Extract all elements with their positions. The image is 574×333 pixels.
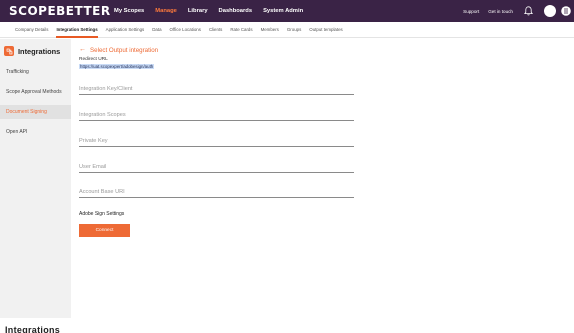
tab-output-templates[interactable]: Output templates xyxy=(309,22,342,38)
get-in-touch-link[interactable]: Get in touch xyxy=(488,9,513,14)
support-link[interactable]: Support xyxy=(463,9,479,14)
nav-item-manage[interactable]: Manage xyxy=(155,8,177,14)
sidebar-item-trafficking[interactable]: Trafficking xyxy=(0,65,71,79)
main-content: ← Select Output integration Redirect URL… xyxy=(71,39,574,318)
logo-text-better: BETTER xyxy=(56,4,111,18)
main-nav: My Scopes Manage Library Dashboards Syst… xyxy=(114,0,314,22)
bottom-strip: Integrations xyxy=(0,318,574,333)
notification-bell-icon[interactable] xyxy=(522,5,534,17)
nav-item-system-admin[interactable]: System Admin xyxy=(263,8,303,14)
redirect-url-value[interactable]: https://uat.scopexpert/adobesign/auth xyxy=(79,64,155,69)
nav-item-library[interactable]: Library xyxy=(188,8,208,14)
sidebar-item-open-api[interactable]: Open API xyxy=(0,125,71,139)
avatar[interactable] xyxy=(544,5,556,17)
logo-text-scope: SCOPE xyxy=(9,4,57,18)
adobe-sign-settings-label: Adobe Sign Settings xyxy=(79,211,125,217)
sidebar-title: Integrations xyxy=(18,46,61,56)
sidebar-item-document-signing[interactable]: Document Signing xyxy=(0,105,71,119)
tab-groups[interactable]: Groups xyxy=(287,22,301,38)
tab-clients[interactable]: Clients xyxy=(209,22,222,38)
integration-key-field[interactable] xyxy=(79,83,354,95)
tab-application-settings[interactable]: Application Settings xyxy=(106,22,145,38)
nav-item-my-scopes[interactable]: My Scopes xyxy=(114,8,144,14)
tab-data[interactable]: Data xyxy=(152,22,161,38)
nav-item-dashboards[interactable]: Dashboards xyxy=(219,8,253,14)
top-right-actions: Support Get in touch xyxy=(463,0,574,22)
tab-members[interactable]: Members xyxy=(261,22,279,38)
integration-scopes-field[interactable] xyxy=(79,109,354,121)
tab-office-locations[interactable]: Office Locations xyxy=(170,22,201,38)
footer-heading: Integrations xyxy=(5,325,61,333)
tab-rate-cards[interactable]: Rate Cards xyxy=(230,22,252,38)
sidebar-item-scope-approval-methods[interactable]: Scope Approval Methods xyxy=(0,85,71,99)
tab-company-details[interactable]: Company Details xyxy=(15,22,48,38)
scopebetter-logo[interactable]: SCOPEBETTER xyxy=(9,4,111,18)
private-key-field[interactable] xyxy=(79,135,354,147)
back-link[interactable]: ← Select Output integration xyxy=(79,46,158,54)
apps-grid-icon[interactable] xyxy=(560,5,572,17)
account-base-uri-field[interactable] xyxy=(79,186,354,198)
settings-subnav: Company Details Integration Settings App… xyxy=(0,22,574,38)
back-arrow-icon[interactable]: ← xyxy=(79,46,86,54)
integrations-sidebar: Integrations Trafficking Scope Approval … xyxy=(0,39,71,318)
page-title: Select Output integration xyxy=(90,46,159,54)
connect-button[interactable]: Connect xyxy=(79,224,130,237)
tab-integration-settings[interactable]: Integration Settings xyxy=(56,22,98,38)
redirect-url-label: Redirect URL xyxy=(79,57,108,62)
user-email-field[interactable] xyxy=(79,161,354,173)
top-navigation-bar: SCOPEBETTER My Scopes Manage Library Das… xyxy=(0,0,574,22)
sidebar-header: Integrations xyxy=(4,45,60,57)
integrations-icon xyxy=(4,46,14,56)
